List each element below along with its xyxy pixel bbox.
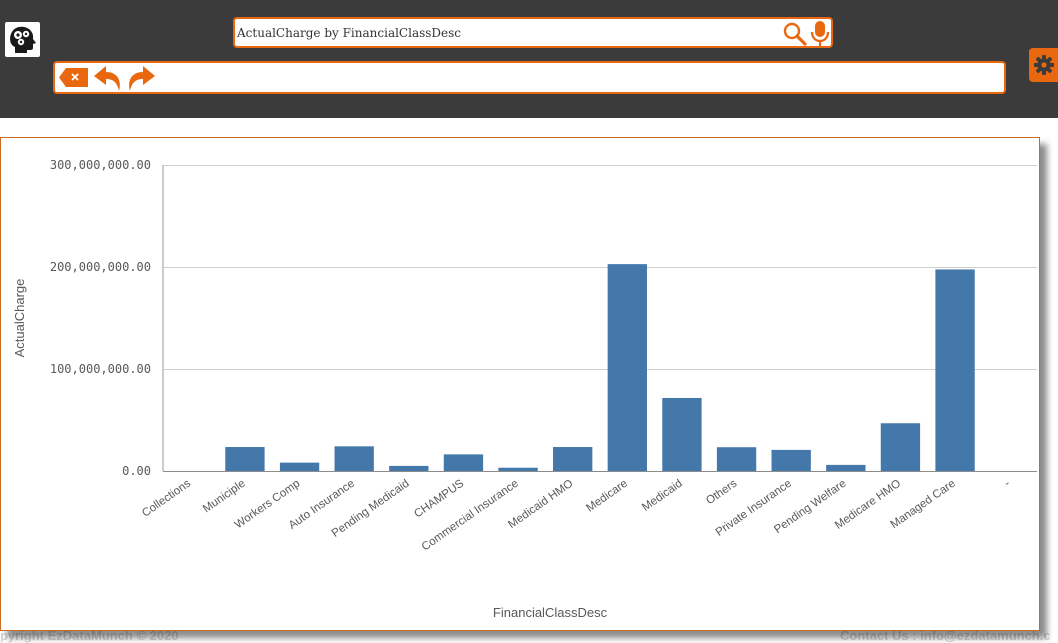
- x-tick-label: CHAMPUS: [412, 477, 466, 520]
- x-tick-label: Municiple: [201, 478, 248, 516]
- x-axis-title: FinancialClassDesc: [493, 605, 608, 620]
- x-tick-label: Commercial Insurance: [420, 478, 521, 554]
- bar[interactable]: [389, 465, 429, 471]
- bar[interactable]: [716, 447, 757, 471]
- y-tick-label: 300,000,000.00: [50, 158, 151, 172]
- bar[interactable]: [225, 447, 265, 471]
- undo-icon[interactable]: [92, 63, 124, 93]
- clear-icon[interactable]: [58, 67, 90, 88]
- bar[interactable]: [553, 447, 593, 471]
- query-bar[interactable]: [53, 61, 1006, 94]
- gear-icon[interactable]: [1034, 55, 1054, 75]
- search-input-value[interactable]: ActualCharge by FinancialClassDesc: [237, 26, 461, 40]
- x-tick-label: Medicare: [584, 478, 630, 515]
- y-tick-label: 100,000,000.00: [50, 362, 151, 376]
- bar[interactable]: [334, 446, 374, 471]
- bar[interactable]: [935, 269, 975, 471]
- settings-button[interactable]: [1029, 48, 1058, 82]
- top-bar: ActualCharge by FinancialClassDesc: [0, 0, 1058, 118]
- redo-icon[interactable]: [125, 63, 157, 93]
- brain-gears-logo[interactable]: [5, 22, 40, 57]
- x-tick-label: Collections: [140, 477, 193, 519]
- microphone-icon[interactable]: [809, 20, 831, 48]
- chart-panel: 0.00 100,000,000.00 200,000,000.00 300,000,…: [0, 137, 1040, 631]
- bar[interactable]: [498, 467, 538, 471]
- bar[interactable]: [662, 397, 702, 471]
- y-tick-label: 200,000,000.00: [50, 260, 151, 274]
- y-axis-title: ActualCharge: [12, 279, 27, 358]
- bar[interactable]: [771, 449, 811, 471]
- x-tick-label: -: [1002, 478, 1012, 490]
- bar[interactable]: [443, 454, 484, 471]
- bar-chart[interactable]: 0.00 100,000,000.00 200,000,000.00 300,000,…: [1, 138, 1039, 630]
- search-input[interactable]: ActualCharge by FinancialClassDesc: [233, 17, 833, 48]
- x-tick-label: Medicaid: [640, 478, 685, 514]
- search-icon[interactable]: [783, 22, 807, 46]
- bar[interactable]: [826, 464, 866, 471]
- bar[interactable]: [279, 462, 320, 471]
- bar[interactable]: [880, 423, 921, 471]
- x-tick-label: Others: [704, 477, 739, 507]
- y-tick-label: 0.00: [122, 464, 151, 478]
- bar[interactable]: [607, 264, 647, 471]
